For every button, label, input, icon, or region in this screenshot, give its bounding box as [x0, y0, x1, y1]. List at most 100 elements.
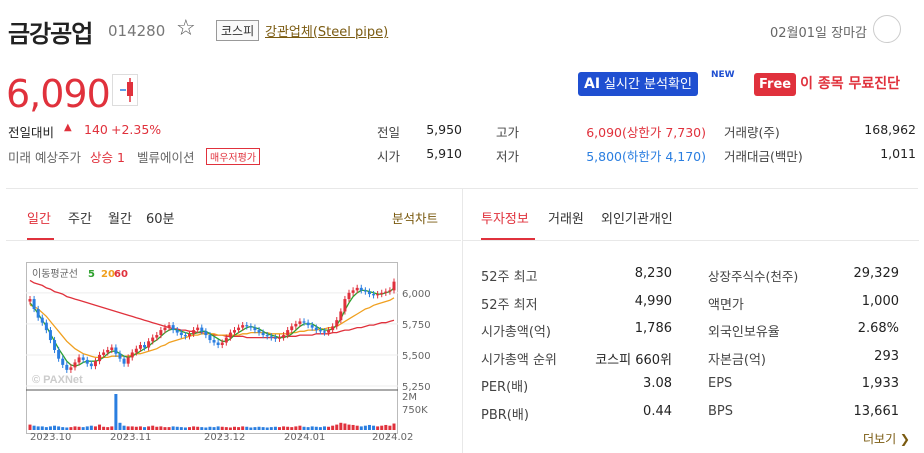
- volume-bar: [32, 425, 36, 430]
- info-tab-0[interactable]: 투자정보: [481, 208, 529, 227]
- menu-circle-button[interactable]: [873, 15, 901, 43]
- candle-body: [138, 345, 142, 349]
- volume-bar: [48, 426, 52, 430]
- price-chart[interactable]: 2023.10 2023.11 2023.12 2024.01 2024.02 6,00…: [26, 262, 436, 440]
- chart-tab-2[interactable]: 월간: [108, 208, 132, 227]
- info-tab-1[interactable]: 거래원: [548, 208, 584, 227]
- candle-body: [314, 327, 318, 331]
- volume-bar: [188, 427, 192, 430]
- candle-body: [106, 349, 110, 353]
- volume-bar: [163, 427, 167, 430]
- volume-bar: [298, 425, 302, 430]
- candle-body: [171, 325, 175, 331]
- forecast-value: 상승 1: [90, 150, 125, 165]
- watermark: © PAXNet: [32, 374, 83, 386]
- candle-body: [310, 325, 314, 328]
- x-tick-label: 2024.01: [284, 432, 325, 440]
- volume-bar: [339, 422, 343, 430]
- quote-value: 5,950: [426, 122, 462, 137]
- candle-body: [359, 287, 363, 291]
- info-label: PBR(배): [481, 407, 529, 423]
- candle-body: [118, 353, 122, 359]
- candle-body: [339, 311, 343, 321]
- volume-bar: [147, 426, 151, 430]
- info-label: 52주 최저: [481, 297, 538, 313]
- quote-value: 168,962: [864, 122, 916, 137]
- info-value: 1,786: [634, 321, 672, 336]
- info-label: 자본금(억): [708, 352, 766, 368]
- chart-tab-1[interactable]: 주간: [68, 208, 92, 227]
- chart-tab-3[interactable]: 60분: [146, 208, 175, 227]
- chart-tab-0[interactable]: 일간: [27, 208, 51, 227]
- candle-body: [351, 290, 355, 293]
- volume-bar: [171, 426, 175, 430]
- quote-value: 5,910: [426, 146, 462, 161]
- candle-body: [249, 326, 253, 328]
- candle-body: [302, 321, 306, 323]
- info-value: 0.44: [643, 403, 672, 419]
- volume-bar: [196, 426, 200, 430]
- candle-body: [159, 330, 163, 336]
- current-price: 6,090: [6, 72, 111, 116]
- volume-bar: [28, 424, 32, 430]
- candle-body: [151, 337, 155, 342]
- volume-bar: [192, 426, 196, 430]
- info-tab-2[interactable]: 외인기관개인: [601, 208, 673, 227]
- volume-bar: [351, 424, 355, 430]
- volume-bar: [183, 427, 187, 430]
- volume-bar: [384, 424, 388, 430]
- info-value: 13,661: [853, 403, 900, 419]
- new-tag: NEW: [711, 70, 735, 80]
- volume-bar: [40, 426, 44, 430]
- volume-bar: [302, 426, 306, 430]
- candle-body: [134, 348, 138, 353]
- volume-bar: [143, 427, 147, 430]
- volume-bar: [294, 426, 298, 430]
- sector-link[interactable]: 강관업체(Steel pipe): [265, 21, 388, 40]
- volume-bar: [85, 426, 89, 430]
- volume-bar: [216, 426, 220, 430]
- favorite-star-icon[interactable]: ☆: [176, 16, 196, 41]
- volume-bar: [318, 427, 322, 430]
- x-tick-label: 2023.11: [110, 432, 151, 440]
- candle-body: [363, 290, 367, 292]
- y-tick-label: 5,500: [402, 351, 431, 362]
- volume-bar: [343, 423, 347, 430]
- volume-bar: [81, 427, 85, 430]
- candle-body: [347, 292, 351, 300]
- candle-body: [85, 359, 89, 364]
- volume-bar: [388, 425, 392, 430]
- volume-bar: [208, 426, 212, 430]
- volume-bar: [114, 394, 118, 430]
- candle-body: [126, 357, 130, 364]
- ai-analysis-button[interactable]: AI 실시간 분석확인: [578, 72, 698, 96]
- volume-bar: [126, 426, 130, 430]
- volume-bar: [331, 425, 335, 430]
- quote-label: 거래대금(백만): [724, 149, 803, 164]
- volume-bar: [65, 427, 69, 430]
- info-value: 3.08: [643, 376, 672, 391]
- analysis-chart-link[interactable]: 분석차트: [392, 208, 438, 227]
- free-diagnosis-label: 이 종목 무료진단: [800, 76, 901, 92]
- volume-bar: [212, 427, 216, 430]
- candle-body: [294, 323, 298, 327]
- legend-ma-60: 60: [114, 269, 128, 280]
- free-diagnosis-button[interactable]: Free 이 종목 무료진단: [754, 73, 900, 96]
- volume-bar: [282, 426, 286, 430]
- volume-bar: [232, 426, 236, 430]
- forecast-label: 미래 예상주가: [8, 150, 81, 165]
- info-label: BPS: [708, 403, 734, 419]
- volume-bar: [372, 425, 376, 430]
- candle-body: [376, 294, 380, 296]
- volume-bar: [61, 427, 65, 430]
- info-value: 4,990: [634, 293, 672, 309]
- candle-body: [28, 299, 32, 302]
- candle-body: [89, 363, 93, 367]
- info-label: 상장주식수(천주): [708, 269, 799, 284]
- candle-body: [241, 325, 245, 328]
- candle-body: [61, 358, 65, 365]
- candle-body: [306, 322, 310, 326]
- more-link[interactable]: 더보기 ❯: [863, 430, 910, 447]
- valuation-badge: 매우저평가: [206, 148, 260, 165]
- candle-body: [200, 327, 204, 332]
